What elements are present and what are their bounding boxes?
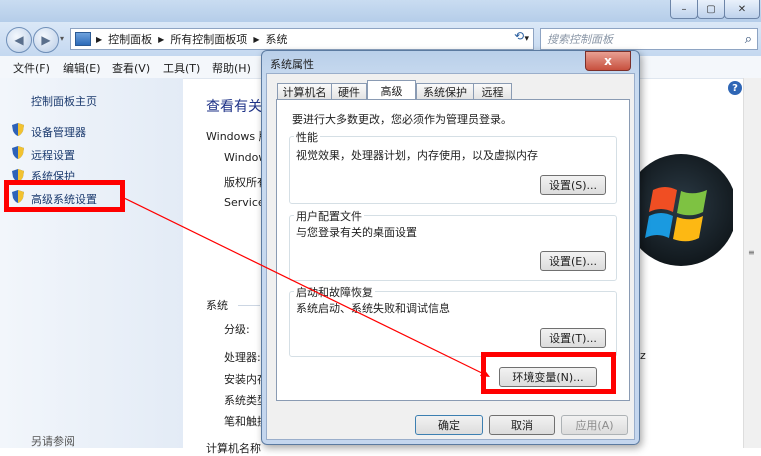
processor-speed-fragment: z (640, 349, 646, 362)
tab-label: 系统保护 (423, 86, 467, 99)
performance-description: 视觉效果，处理器计划，内存使用，以及虚拟内存 (296, 149, 538, 162)
service-pack-text: Service (224, 196, 265, 209)
computer-name-header: 计算机名称 (206, 442, 261, 455)
breadcrumb-separator-icon: ▶ (253, 34, 260, 44)
address-bar[interactable]: ▶ 控制面板 ▶ 所有控制面板项 ▶ 系统 ▾ (70, 28, 534, 50)
menu-help[interactable]: 帮助(H) (212, 60, 251, 76)
cancel-button[interactable]: 取消 (489, 415, 555, 435)
windows-logo-icon (625, 154, 733, 266)
tab-remote[interactable]: 远程 (473, 83, 512, 100)
search-input[interactable]: 搜索控制面板 ⌕ (540, 28, 758, 50)
apply-button[interactable]: 应用(A) (561, 415, 628, 435)
window-titlebar (0, 0, 761, 22)
address-dropdown-icon[interactable]: ▾ (524, 34, 529, 44)
menu-tools[interactable]: 工具(T) (163, 60, 200, 76)
system-section-header: 系统 (206, 299, 228, 312)
button-label: 取消 (511, 419, 533, 432)
left-navigation-pane (0, 78, 183, 448)
startup-recovery-settings-button[interactable]: 设置(T)... (540, 328, 606, 348)
back-arrow-icon: ◀ (14, 33, 24, 47)
control-panel-icon (75, 32, 91, 46)
button-label: 设置(T)... (549, 332, 597, 345)
back-button[interactable]: ◀ (6, 27, 32, 53)
button-label: 设置(S)... (548, 179, 598, 192)
performance-group-label: 性能 (294, 129, 320, 145)
scroll-grip-icon: ≡ (748, 248, 755, 257)
device-manager-link[interactable]: 设备管理器 (31, 124, 86, 140)
shield-icon (12, 123, 24, 136)
section-divider (238, 305, 260, 306)
maximize-icon: ▢ (706, 3, 716, 15)
tab-system-protection[interactable]: 系统保护 (416, 83, 474, 100)
breadcrumb-control-panel[interactable]: 控制面板 (108, 31, 152, 47)
close-icon: x (604, 54, 612, 68)
highlight-box-environment-variables (481, 352, 616, 394)
recent-pages-chevron-icon[interactable]: ▾ (60, 34, 64, 43)
admin-note: 要进行大多数更改，您必须作为管理员登录。 (292, 113, 512, 126)
startup-recovery-group-label: 启动和故障恢复 (294, 284, 375, 300)
highlight-box-advanced-settings (4, 180, 125, 212)
tab-computer-name[interactable]: 计算机名 (277, 83, 332, 100)
search-icon[interactable]: ⌕ (745, 32, 752, 47)
tab-hardware[interactable]: 硬件 (331, 83, 367, 100)
tab-label: 高级 (380, 85, 403, 98)
close-icon: ✕ (737, 3, 747, 15)
tab-label: 计算机名 (282, 86, 327, 99)
breadcrumb-separator-icon: ▶ (96, 34, 103, 44)
button-label: 确定 (438, 419, 460, 432)
dialog-title: 系统属性 (270, 58, 314, 71)
page-heading: 查看有关 (206, 99, 262, 115)
close-window-button[interactable]: ✕ (724, 0, 760, 19)
vertical-scrollbar[interactable]: ≡ (743, 78, 761, 448)
breadcrumb-all-items[interactable]: 所有控制面板项 (170, 31, 247, 47)
button-label: 设置(E)... (548, 255, 598, 268)
breadcrumb-separator-icon: ▶ (158, 34, 165, 44)
minimize-icon: – (681, 3, 687, 15)
control-panel-home-link[interactable]: 控制面板主页 (31, 93, 97, 109)
button-label: 应用(A) (575, 419, 614, 432)
rating-label: 分级: (224, 323, 250, 336)
minimize-button[interactable]: – (670, 0, 698, 19)
user-profiles-description: 与您登录有关的桌面设置 (296, 226, 417, 239)
search-placeholder: 搜索控制面板 (547, 33, 613, 46)
tab-advanced[interactable]: 高级 (367, 80, 416, 101)
dialog-close-button[interactable]: x (585, 51, 631, 71)
refresh-icon[interactable]: ⟲ (514, 29, 524, 43)
breadcrumb-system[interactable]: 系统 (265, 31, 287, 47)
menu-edit[interactable]: 编辑(E) (63, 60, 101, 76)
menu-file[interactable]: 文件(F) (13, 60, 50, 76)
user-profiles-settings-button[interactable]: 设置(E)... (540, 251, 606, 271)
performance-settings-button[interactable]: 设置(S)... (540, 175, 606, 195)
tab-label: 远程 (481, 86, 504, 99)
see-also-label: 另请参阅 (31, 435, 75, 448)
shield-icon (12, 146, 24, 159)
forward-button[interactable]: ▶ (33, 27, 59, 53)
startup-recovery-description: 系统启动、系统失败和调试信息 (296, 302, 450, 315)
tab-label: 硬件 (338, 86, 360, 99)
help-icon[interactable]: ? (728, 81, 742, 95)
maximize-button[interactable]: ▢ (697, 0, 725, 19)
forward-arrow-icon: ▶ (41, 33, 51, 47)
ok-button[interactable]: 确定 (415, 415, 483, 435)
processor-label: 处理器: (224, 351, 261, 364)
remote-settings-link[interactable]: 远程设置 (31, 147, 75, 163)
user-profiles-group-label: 用户配置文件 (294, 208, 364, 224)
menu-view[interactable]: 查看(V) (112, 60, 150, 76)
